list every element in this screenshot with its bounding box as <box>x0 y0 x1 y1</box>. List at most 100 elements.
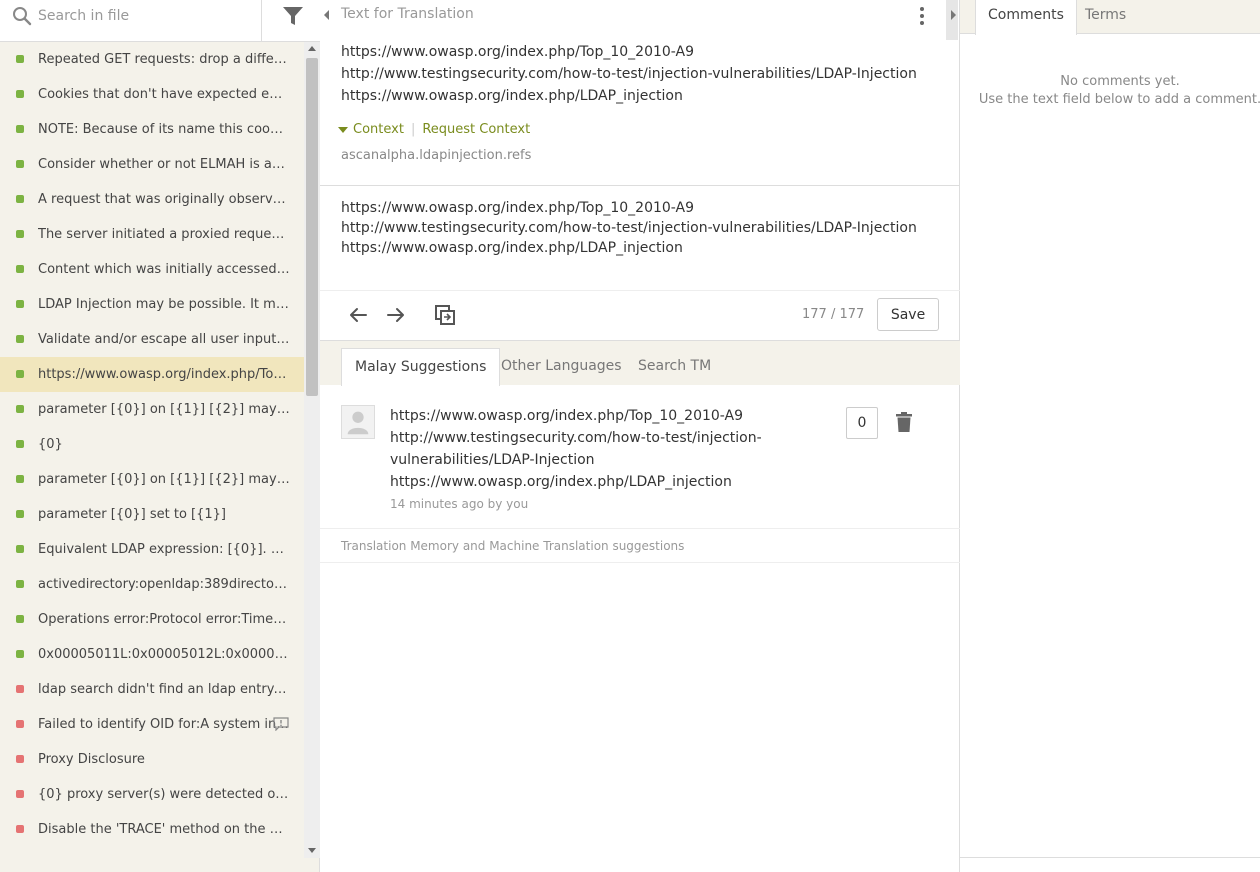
caret-down-icon[interactable] <box>338 126 348 133</box>
status-indicator <box>16 790 24 798</box>
collapse-left-icon[interactable] <box>324 10 329 20</box>
unit-list-item[interactable]: Validate and/or escape all user input be… <box>0 322 304 357</box>
context-key: ascanalpha.ldapinjection.refs <box>341 148 532 163</box>
trash-icon[interactable] <box>895 412 913 432</box>
unit-list-item[interactable]: 0x00005011L:0x00005012L:0x00005013... <box>0 637 304 672</box>
search-icon <box>13 7 32 26</box>
unit-list-item[interactable]: {0} proxy server(s) were detected or fin… <box>0 777 304 812</box>
status-indicator <box>16 825 24 833</box>
status-indicator <box>16 545 24 553</box>
status-indicator <box>16 755 24 763</box>
copy-source-icon[interactable] <box>433 303 457 327</box>
unit-list-item[interactable]: activedirectory:openldap:389directorys..… <box>0 567 304 602</box>
status-indicator <box>16 335 24 343</box>
unit-list-item[interactable]: {0} <box>0 427 304 462</box>
unit-list-item[interactable]: Proxy Disclosure <box>0 742 304 777</box>
unit-list-item[interactable]: https://www.owasp.org/index.php/Top_... <box>0 357 304 392</box>
status-indicator <box>16 475 24 483</box>
more-options-icon[interactable] <box>918 6 926 26</box>
unit-text: Proxy Disclosure <box>38 752 145 767</box>
scroll-up-arrow-icon[interactable] <box>308 46 316 51</box>
source-line: http://www.testingsecurity.com/how-to-te… <box>341 66 917 82</box>
unit-text: Validate and/or escape all user input be… <box>38 332 290 347</box>
collapse-right-icon[interactable] <box>951 10 956 20</box>
scroll-thumb[interactable] <box>306 58 318 396</box>
request-context-link[interactable]: Request Context <box>422 122 530 137</box>
arrow-left-icon[interactable] <box>346 303 370 327</box>
unit-text: ldap search didn't find an ldap entry:Ce… <box>38 682 290 697</box>
vote-count[interactable]: 0 <box>846 407 878 439</box>
tab-other-languages[interactable]: Other Languages <box>488 348 635 386</box>
save-button[interactable]: Save <box>877 298 939 331</box>
status-indicator <box>16 615 24 623</box>
unit-list-item[interactable]: parameter [{0}] on [{1}] [{2}] may be vu… <box>0 392 304 427</box>
suggestion-text: https://www.owasp.org/index.php/Top_10_2… <box>390 405 770 493</box>
status-indicator <box>16 370 24 378</box>
context-separator: | <box>410 122 416 137</box>
suggestion-line: https://www.owasp.org/index.php/LDAP_inj… <box>390 474 732 490</box>
source-line: https://www.owasp.org/index.php/Top_10_2… <box>341 44 695 60</box>
context-toggle[interactable]: Context <box>353 122 404 137</box>
suggestion-meta: 14 minutes ago by you <box>390 497 529 511</box>
unit-list-item[interactable]: LDAP Injection may be possible. It may .… <box>0 287 304 322</box>
unit-list-item[interactable]: Content which was initially accessed via… <box>0 252 304 287</box>
tm-note: Translation Memory and Machine Translati… <box>320 529 960 563</box>
suggestion-line: https://www.owasp.org/index.php/Top_10_2… <box>390 408 744 424</box>
source-text: https://www.owasp.org/index.php/Top_10_2… <box>341 41 921 107</box>
unit-text: A request that was originally observed a… <box>38 192 290 207</box>
search-bar <box>0 0 320 42</box>
unit-list-item[interactable]: ldap search didn't find an ldap entry:Ce… <box>0 672 304 707</box>
status-indicator <box>16 90 24 98</box>
unit-list-item[interactable]: parameter [{0}] on [{1}] [{2}] may be vu… <box>0 462 304 497</box>
source-label: Text for Translation <box>341 6 474 22</box>
unit-text: parameter [{0}] on [{1}] [{2}] may be vu… <box>38 472 290 487</box>
suggestion-line: http://www.testingsecurity.com/how-to-te… <box>390 430 762 446</box>
divider <box>320 185 960 186</box>
unit-list-item[interactable]: Cookies that don't have expected effect.… <box>0 77 304 112</box>
search-input[interactable] <box>38 5 258 27</box>
unit-text: Repeated GET requests: drop a differen..… <box>38 52 290 67</box>
tab-malay-suggestions[interactable]: Malay Suggestions <box>341 348 501 386</box>
status-indicator <box>16 440 24 448</box>
tab-terms[interactable]: Terms <box>1073 0 1138 34</box>
status-indicator <box>16 265 24 273</box>
unit-text: Operations error:Protocol error:Time li.… <box>38 612 290 627</box>
editor-toolbar: 177 / 177 Save <box>320 291 960 340</box>
suggestion-item[interactable]: https://www.owasp.org/index.php/Top_10_2… <box>320 385 960 529</box>
unit-list-item[interactable]: Repeated GET requests: drop a differen..… <box>0 42 304 77</box>
status-indicator <box>16 125 24 133</box>
unit-text: {0} <box>38 437 63 452</box>
status-indicator <box>16 55 24 63</box>
unit-counter: 177 / 177 <box>802 307 865 322</box>
unit-list-item[interactable]: A request that was originally observed a… <box>0 182 304 217</box>
filter-divider <box>261 0 262 42</box>
editor-panel: Text for Translation https://www.owasp.o… <box>320 0 960 872</box>
target-line: http://www.testingsecurity.com/how-to-te… <box>341 220 917 236</box>
filter-icon[interactable] <box>282 4 304 28</box>
right-tabs: Comments Terms <box>960 0 1260 35</box>
list-scrollbar[interactable] <box>304 42 320 858</box>
unit-list-item[interactable]: Disable the 'TRACE' method on the prox..… <box>0 812 304 847</box>
unit-list-item[interactable]: parameter [{0}] set to [{1}] <box>0 497 304 532</box>
app-window: Repeated GET requests: drop a differen..… <box>0 0 1260 872</box>
unit-text: Failed to identify OID for:A system in..… <box>38 717 289 732</box>
unit-list-item[interactable]: Operations error:Protocol error:Time li.… <box>0 602 304 637</box>
unit-list-panel: Repeated GET requests: drop a differen..… <box>0 0 320 872</box>
unit-list-item[interactable]: The server initiated a proxied request v… <box>0 217 304 252</box>
unit-list-item[interactable]: Failed to identify OID for:A system in..… <box>0 707 304 742</box>
translation-editor[interactable]: https://www.owasp.org/index.php/Top_10_2… <box>341 198 921 258</box>
unit-list-item[interactable]: Inspect the refer... <box>0 847 304 858</box>
unit-text: LDAP Injection may be possible. It may .… <box>38 297 290 312</box>
editor-scrollbar[interactable] <box>946 0 958 40</box>
unit-list-item[interactable]: NOTE: Because of its name this cookie ..… <box>0 112 304 147</box>
unit-text: Inspect the refer... <box>38 847 290 858</box>
arrow-right-icon[interactable] <box>384 303 408 327</box>
scroll-down-arrow-icon[interactable] <box>308 848 316 853</box>
context-row: Context | Request Context <box>338 122 530 137</box>
unit-list-item[interactable]: Equivalent LDAP expression: [{0}]. Rand.… <box>0 532 304 567</box>
unit-text: activedirectory:openldap:389directorys..… <box>38 577 290 592</box>
tab-comments[interactable]: Comments <box>975 0 1077 35</box>
tab-search-tm[interactable]: Search TM <box>625 348 724 386</box>
status-indicator <box>16 230 24 238</box>
unit-list-item[interactable]: Consider whether or not ELMAH is actu... <box>0 147 304 182</box>
